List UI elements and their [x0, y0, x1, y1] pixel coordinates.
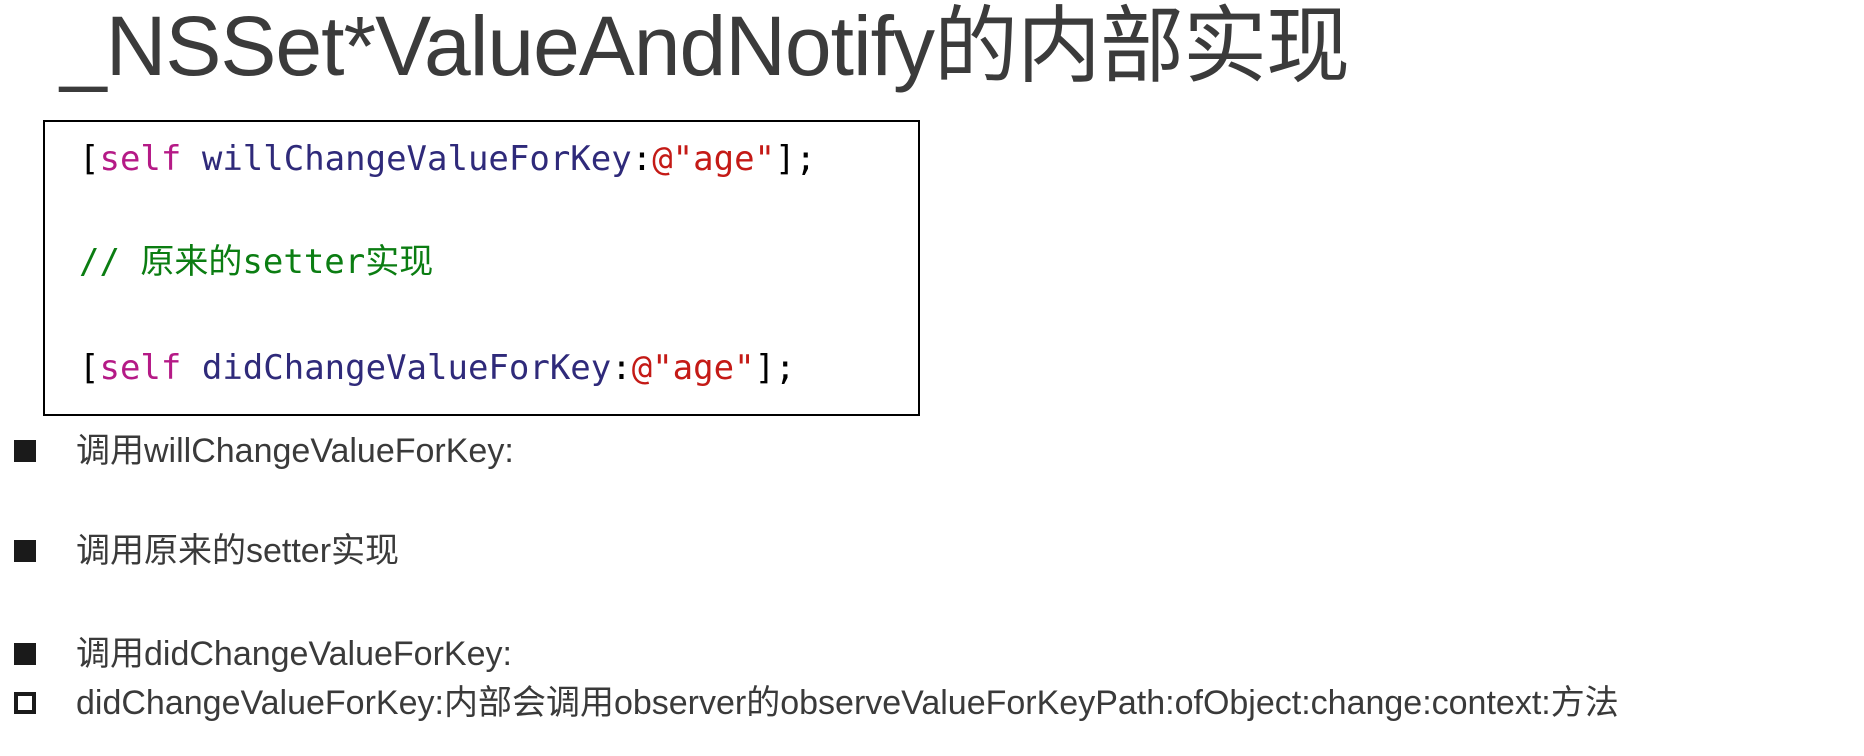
filled-square-icon: [14, 440, 36, 462]
code-line-will-change: [self willChangeValueForKey:@"age"];: [79, 131, 816, 187]
filled-square-icon: [14, 643, 36, 665]
code-keyword-self: self: [99, 348, 182, 388]
code-open-bracket: [: [79, 348, 100, 388]
bullet-text: didChangeValueForKey:内部会调用observer的obser…: [76, 684, 1619, 722]
code-line-did-change: [self didChangeValueForKey:@"age"];: [79, 340, 796, 396]
code-method-name: willChangeValueForKey: [181, 139, 632, 179]
code-colon: :: [611, 348, 632, 388]
code-keyword-self: self: [99, 139, 182, 179]
code-string-literal: @"age": [652, 139, 776, 179]
bullet-text: 调用willChangeValueForKey:: [76, 432, 514, 470]
code-string-literal: @"age": [631, 348, 755, 388]
list-item: 调用didChangeValueForKey:: [14, 632, 512, 676]
list-item: 调用原来的setter实现: [14, 529, 399, 573]
code-comment: // 原来的setter实现: [79, 242, 434, 282]
code-method-name: didChangeValueForKey: [181, 348, 612, 388]
slide-title: _NSSet*ValueAndNotify的内部实现: [60, 0, 1350, 93]
bullet-text: 调用didChangeValueForKey:: [76, 635, 512, 673]
bullet-text: 调用原来的setter实现: [76, 532, 400, 570]
list-item: didChangeValueForKey:内部会调用observer的obser…: [14, 681, 1619, 725]
list-item: 调用willChangeValueForKey:: [14, 429, 514, 473]
code-line-comment: // 原来的setter实现: [79, 234, 433, 290]
filled-square-icon: [14, 540, 36, 562]
hollow-square-icon: [14, 692, 36, 714]
code-block: [self willChangeValueForKey:@"age"]; // …: [43, 120, 920, 416]
code-open-bracket: [: [79, 139, 100, 179]
code-close-bracket: ];: [775, 139, 816, 179]
code-close-bracket: ];: [754, 348, 796, 388]
code-colon: :: [631, 139, 653, 179]
